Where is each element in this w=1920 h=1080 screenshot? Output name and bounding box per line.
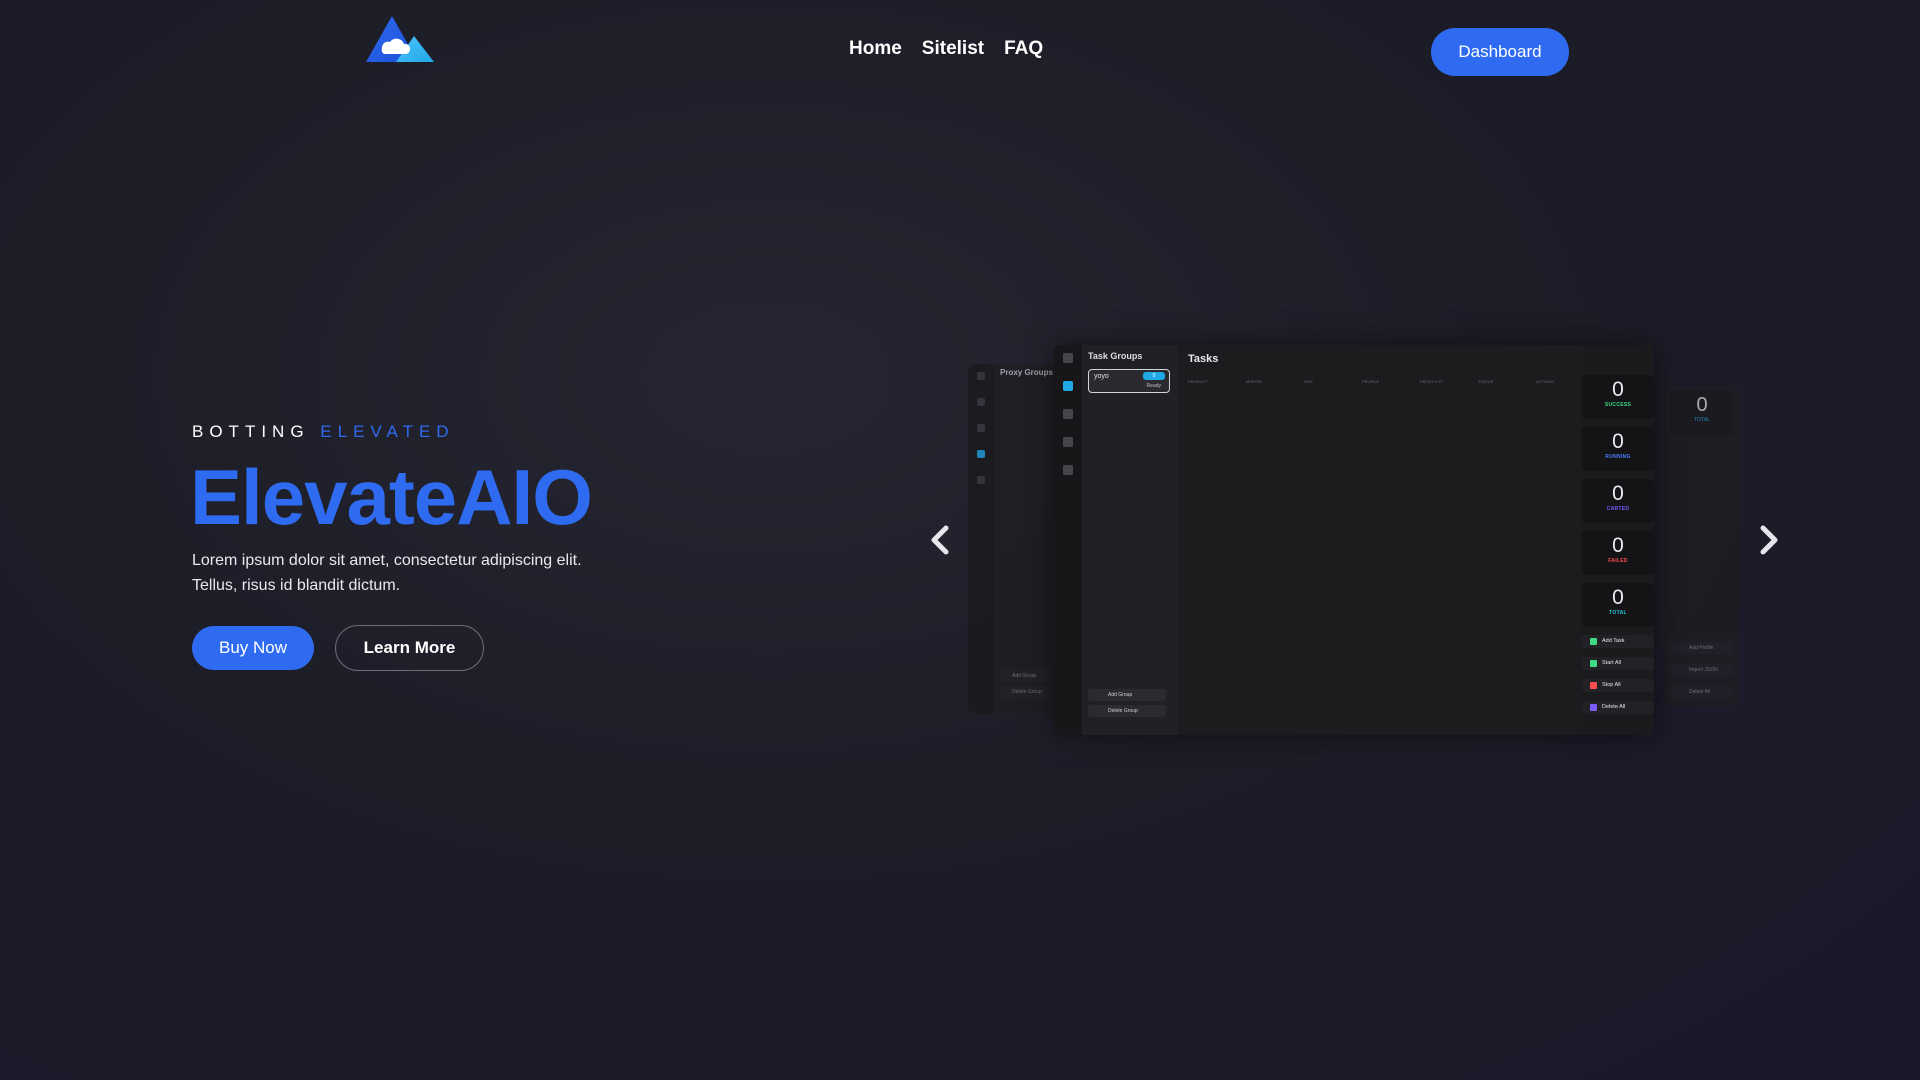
gear-icon xyxy=(1063,465,1073,475)
grid-icon xyxy=(1063,381,1073,391)
stat-label: CARTED xyxy=(1606,506,1630,512)
add-profile-button: Add Profile xyxy=(1671,642,1733,654)
app-nav-icon xyxy=(977,372,985,380)
eyebrow-white-text: BOTTING xyxy=(192,422,310,441)
task-group-status: Ready xyxy=(1146,383,1161,389)
column-header: PRODUCT xyxy=(1188,379,1208,384)
hero-title: ElevateAIO xyxy=(190,453,593,541)
home-icon xyxy=(1063,353,1073,363)
stat-value: 0 xyxy=(1612,482,1624,505)
gear-icon xyxy=(977,476,985,484)
stop-all-button: Stop All xyxy=(1582,679,1654,692)
globe-icon xyxy=(977,450,985,458)
column-header: STATUS xyxy=(1478,379,1494,384)
add-task-button: Add Task xyxy=(1582,635,1654,648)
globe-icon xyxy=(1063,437,1073,447)
start-all-label: Start All xyxy=(1602,660,1621,666)
main-nav: Home Sitelist FAQ xyxy=(849,38,1043,60)
start-all-button: Start All xyxy=(1582,657,1654,670)
carousel-slide-profiles[interactable]: 0 TOTAL Add Profile Import JSON Delete A… xyxy=(1665,386,1739,706)
stat-card-success: 0 SUCCESS xyxy=(1582,375,1654,419)
task-stats-panel: 0 SUCCESS 0 RUNNING 0 CARTED 0 FAILED 0 … xyxy=(1582,345,1654,735)
task-group-count-badge: 0 xyxy=(1143,372,1165,380)
add-group-button: Add Group xyxy=(1088,689,1166,701)
nav-link-home[interactable]: Home xyxy=(849,38,902,60)
stat-label: TOTAL xyxy=(1609,610,1627,616)
stat-card-failed: 0 FAILED xyxy=(1582,531,1654,575)
nav-link-sitelist[interactable]: Sitelist xyxy=(922,38,984,60)
stat-card-running: 0 RUNNING xyxy=(1582,427,1654,471)
carousel-slide-proxy-groups[interactable]: Proxy Groups Add Group Delete Group xyxy=(968,364,1056,714)
app-sidebar-rail xyxy=(1054,345,1082,735)
hero-description: Lorem ipsum dolor sit amet, consectetur … xyxy=(192,548,632,598)
add-group-button: Add Group xyxy=(1000,670,1052,682)
column-header: PROXY LIST xyxy=(1420,379,1444,384)
task-group-name: yoyo xyxy=(1094,373,1109,380)
app-sidebar-rail xyxy=(968,364,994,714)
learn-more-button[interactable]: Learn More xyxy=(335,625,484,671)
column-header: PROFILE xyxy=(1362,379,1380,384)
nav-link-faq[interactable]: FAQ xyxy=(1004,38,1043,60)
tasks-table-header: PRODUCT MISSITE SIZE PROFILE PROXY LIST … xyxy=(1188,379,1594,384)
stat-value: 0 xyxy=(1612,430,1624,453)
stat-value: 0 xyxy=(1612,378,1624,401)
column-header: MISSITE xyxy=(1246,379,1263,384)
cloud-mountain-logo-icon[interactable] xyxy=(366,14,434,64)
tasks-panel: Tasks PRODUCT MISSITE SIZE PROFILE PROXY… xyxy=(1178,345,1582,735)
stop-icon xyxy=(1590,682,1597,689)
stat-label: FAILED xyxy=(1608,558,1628,564)
delete-group-button: Delete Group xyxy=(1000,686,1052,698)
carousel-slide-tasks[interactable]: Task Groups yoyo 0 Ready Add Group Delet… xyxy=(1054,345,1654,735)
task-groups-panel: Task Groups yoyo 0 Ready Add Group Delet… xyxy=(1082,345,1178,735)
delete-all-button: Delete All xyxy=(1582,701,1654,714)
proxy-groups-title: Proxy Groups xyxy=(1000,368,1053,377)
buy-now-button[interactable]: Buy Now xyxy=(192,626,314,670)
stat-card-total: 0 TOTAL xyxy=(1582,583,1654,627)
stat-label: SUCCESS xyxy=(1604,402,1632,408)
column-header: SIZE xyxy=(1304,379,1313,384)
stat-value: 0 xyxy=(1612,534,1624,557)
task-groups-title: Task Groups xyxy=(1088,351,1143,361)
chevron-right-icon[interactable] xyxy=(1757,522,1781,558)
hero-description-line-2: Tellus, risus id blandit dictum. xyxy=(192,577,401,594)
plus-icon xyxy=(1590,638,1597,645)
trash-icon xyxy=(1590,704,1597,711)
stat-value: 0 xyxy=(1612,586,1624,609)
delete-all-label: Delete All xyxy=(1602,704,1626,710)
app-nav-icon xyxy=(977,398,985,406)
chevron-left-icon[interactable] xyxy=(928,522,952,558)
eyebrow-blue-text: ELEVATED xyxy=(320,422,455,441)
dashboard-button[interactable]: Dashboard xyxy=(1431,28,1569,76)
import-json-button: Import JSON xyxy=(1671,664,1733,676)
hero-eyebrow: BOTTING ELEVATED xyxy=(192,422,455,442)
stat-card-total: 0 TOTAL xyxy=(1671,390,1733,436)
delete-all-button: Delete All xyxy=(1671,686,1733,698)
play-icon xyxy=(1590,660,1597,667)
delete-group-button: Delete Group xyxy=(1088,705,1166,717)
user-icon xyxy=(1063,409,1073,419)
app-nav-icon xyxy=(977,424,985,432)
add-task-label: Add Task xyxy=(1602,638,1625,644)
stat-label: TOTAL xyxy=(1694,417,1710,423)
task-group-card: yoyo 0 Ready xyxy=(1088,369,1170,393)
stat-value: 0 xyxy=(1696,394,1708,416)
stat-label: RUNNING xyxy=(1605,454,1631,460)
stat-card-carted: 0 CARTED xyxy=(1582,479,1654,523)
tasks-title: Tasks xyxy=(1188,353,1219,365)
hero-description-line-1: Lorem ipsum dolor sit amet, consectetur … xyxy=(192,552,582,569)
stop-all-label: Stop All xyxy=(1602,682,1621,688)
